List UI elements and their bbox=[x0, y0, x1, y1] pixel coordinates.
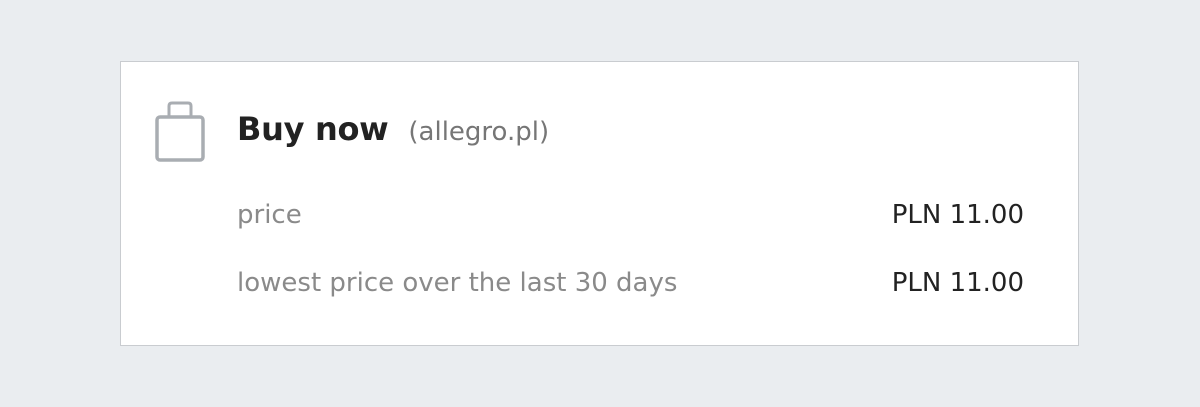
lowest-price-value: PLN 11.00 bbox=[891, 268, 1024, 298]
lowest-price-row: lowest price over the last 30 days PLN 1… bbox=[237, 263, 1024, 303]
offer-card: Buy now (allegro.pl) price PLN 11.00 low… bbox=[120, 61, 1079, 346]
offer-source: (allegro.pl) bbox=[408, 117, 550, 147]
price-row: price PLN 11.00 bbox=[237, 195, 1024, 235]
shopping-bag-icon bbox=[155, 99, 205, 163]
lowest-price-label: lowest price over the last 30 days bbox=[237, 268, 678, 298]
price-value: PLN 11.00 bbox=[891, 200, 1024, 230]
price-label: price bbox=[237, 200, 302, 230]
offer-heading: Buy now (allegro.pl) bbox=[237, 110, 549, 154]
offer-title: Buy now bbox=[237, 110, 389, 148]
